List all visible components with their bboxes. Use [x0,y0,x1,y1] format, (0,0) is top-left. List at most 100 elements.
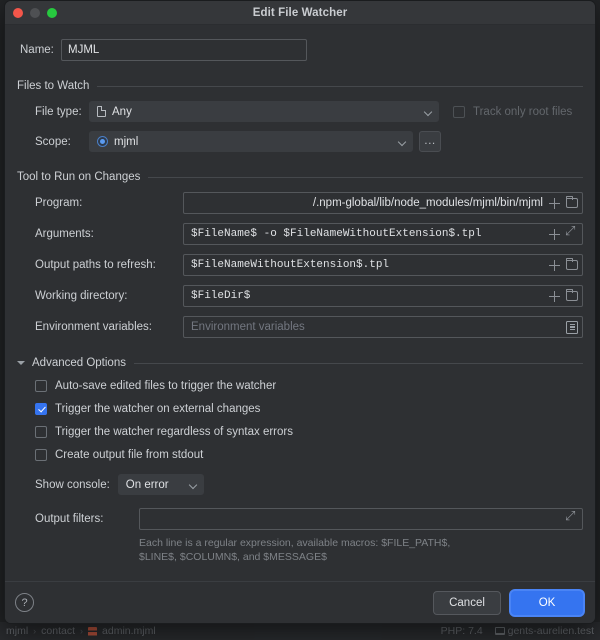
advanced-options-section-header[interactable]: Advanced Options [17,357,583,369]
output-filters-label: Output filters: [35,513,104,525]
section-divider [133,362,583,364]
create-output-file-checkbox[interactable] [35,449,47,461]
arguments-value: $FileName$ -o $FileNameWithoutExtension$… [191,228,482,240]
scope-browse-button[interactable]: ... [419,131,441,152]
files-to-watch-section-header: Files to Watch [17,80,583,92]
output-filters-row: Output filters: [17,508,583,530]
host-label: gents-aurelien.test [507,625,594,637]
insert-macro-icon[interactable] [549,259,560,271]
chevron-down-icon [189,480,199,490]
program-row: Program: /.npm-global/lib/node_modules/m… [17,192,583,214]
output-paths-field[interactable]: $FileNameWithoutExtension$.tpl [183,254,583,276]
expand-editor-icon[interactable] [565,224,578,240]
breadcrumb: mjml › contact › admin.mjml [6,625,156,637]
track-only-root-files-checkbox: Track only root files [453,105,573,118]
window-controls [13,8,57,18]
file-type-value: Any [112,105,132,118]
output-paths-label: Output paths to refresh: [35,259,156,271]
edit-file-watcher-dialog: Edit File Watcher Name: MJML Files to Wa… [4,0,596,624]
mjml-file-icon [88,627,98,637]
arguments-label: Arguments: [35,228,94,240]
file-type-combo[interactable]: Any [89,101,439,122]
minimize-window-button[interactable] [30,8,40,18]
create-output-file-label: Create output file from stdout [55,449,204,461]
trigger-syntax-errors-label: Trigger the watcher regardless of syntax… [55,426,293,438]
auto-save-checkbox[interactable] [35,380,47,392]
arguments-field[interactable]: $FileName$ -o $FileNameWithoutExtension$… [183,223,583,245]
ok-button[interactable]: OK [511,590,583,615]
dialog-title-bar: Edit File Watcher [5,1,595,25]
environment-variables-field[interactable]: Environment variables [183,316,583,338]
scope-value: mjml [114,135,139,148]
program-field[interactable]: /.npm-global/lib/node_modules/mjml/bin/m… [183,192,583,214]
working-directory-row: Working directory: $FileDir$ [17,285,583,307]
trigger-external-checkbox-row[interactable]: Trigger the watcher on external changes [17,403,583,415]
scope-circle-icon [97,136,108,147]
track-only-root-files-box [453,105,465,118]
environment-variables-placeholder: Environment variables [191,321,305,333]
section-divider [97,85,583,87]
environment-variables-label: Environment variables: [35,321,152,333]
trigger-syntax-errors-checkbox[interactable] [35,426,47,438]
help-button[interactable]: ? [15,593,34,612]
output-filters-field[interactable] [139,508,583,530]
scope-row: Scope: mjml ... [17,131,583,152]
scope-combo[interactable]: mjml [89,131,413,152]
cancel-button[interactable]: Cancel [433,590,501,615]
dialog-title: Edit File Watcher [252,6,348,19]
arguments-row: Arguments: $FileName$ -o $FileNameWithou… [17,223,583,245]
show-console-label: Show console: [35,478,110,491]
trigger-external-checkbox[interactable] [35,403,47,415]
create-output-file-checkbox-row[interactable]: Create output file from stdout [17,449,583,461]
tool-to-run-title: Tool to Run on Changes [17,171,141,183]
breadcrumb-separator: › [33,626,37,636]
output-paths-row: Output paths to refresh: $FileNameWithou… [17,254,583,276]
trigger-syntax-errors-checkbox-row[interactable]: Trigger the watcher regardless of syntax… [17,426,583,438]
show-console-row: Show console: On error [17,474,583,495]
breadcrumb-item-folder[interactable]: contact [41,625,75,637]
dialog-body: Name: MJML Files to Watch File type: Any… [5,25,595,581]
environment-variables-row: Environment variables: Environment varia… [17,316,583,338]
file-type-label: File type: [35,105,82,118]
ide-status-bar: mjml › contact › admin.mjml PHP: 7.4 gen… [0,622,600,640]
show-console-combo[interactable]: On error [117,474,204,495]
host-indicator[interactable]: gents-aurelien.test [494,625,594,637]
expand-editor-icon[interactable] [565,509,578,525]
track-only-root-files-label: Track only root files [473,105,573,118]
folder-browse-icon[interactable] [565,257,578,270]
breadcrumb-item-file[interactable]: admin.mjml [102,625,156,637]
tool-to-run-section-header: Tool to Run on Changes [17,171,583,183]
chevron-down-icon [17,359,26,368]
insert-macro-icon[interactable] [549,228,560,240]
edit-variables-icon[interactable] [566,320,578,334]
folder-browse-icon[interactable] [565,195,578,208]
section-divider [148,176,583,178]
advanced-options-title: Advanced Options [32,357,126,369]
files-to-watch-title: Files to Watch [17,80,90,92]
program-value: /.npm-global/lib/node_modules/mjml/bin/m… [312,197,543,209]
output-filters-hint: Each line is a regular expression, avail… [139,537,451,564]
zoom-window-button[interactable] [47,8,57,18]
insert-macro-icon[interactable] [549,197,560,209]
working-directory-value: $FileDir$ [191,290,251,302]
working-directory-label: Working directory: [35,290,128,302]
auto-save-checkbox-row[interactable]: Auto-save edited files to trigger the wa… [17,380,583,392]
name-input[interactable]: MJML [61,39,307,61]
chevron-down-icon [424,107,434,117]
working-directory-field[interactable]: $FileDir$ [183,285,583,307]
scope-label: Scope: [35,135,71,148]
file-icon [97,106,106,117]
dialog-footer: ? Cancel OK [5,581,595,623]
name-row: Name: MJML [17,39,583,61]
breadcrumb-separator: › [80,626,84,636]
php-version-indicator[interactable]: PHP: 7.4 [441,625,483,637]
close-window-button[interactable] [13,8,23,18]
auto-save-label: Auto-save edited files to trigger the wa… [55,380,277,392]
show-console-value: On error [125,478,169,491]
chevron-down-icon [398,137,408,147]
insert-macro-icon[interactable] [549,290,560,302]
trigger-external-label: Trigger the watcher on external changes [55,403,261,415]
breadcrumb-item-root[interactable]: mjml [6,625,28,637]
folder-browse-icon[interactable] [565,288,578,301]
program-label: Program: [35,197,83,209]
